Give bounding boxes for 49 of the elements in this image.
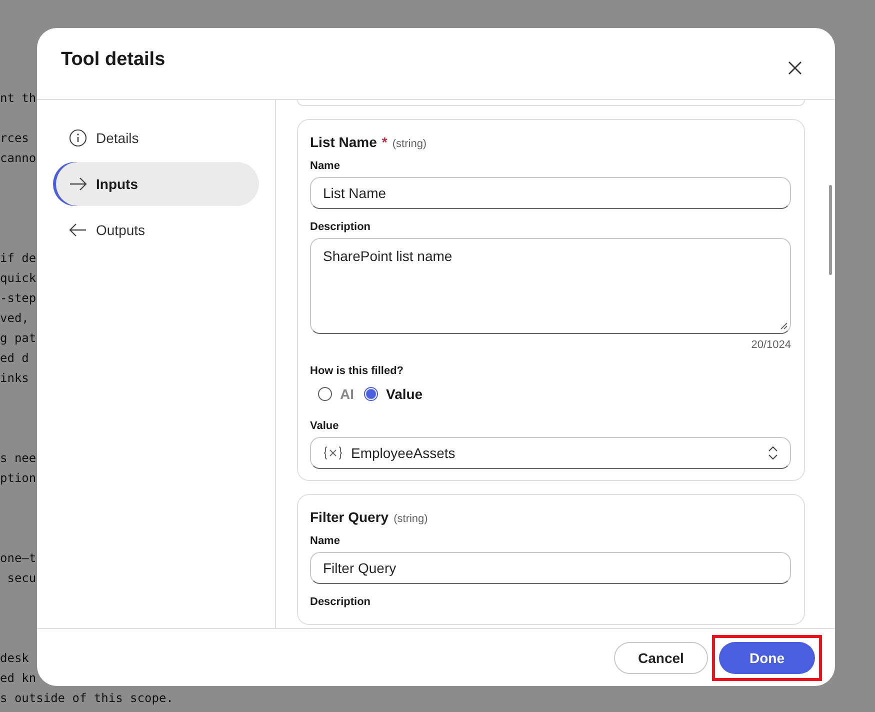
resize-grip-icon[interactable] [780, 322, 788, 330]
field-label: How is this filled? [310, 365, 405, 377]
background-text-line: secu [6, 570, 36, 587]
background-text-line: nt th [0, 90, 36, 107]
field-label: Name [310, 160, 341, 172]
background-text-line: ed d [0, 350, 29, 367]
nav-tab[interactable]: Details [53, 116, 259, 160]
background-text-line: g pat [0, 330, 36, 347]
variable-icon [323, 446, 343, 460]
background-text-line: ed kn [0, 670, 36, 687]
background-text-line: desk [0, 650, 29, 667]
background-text-line: inks [0, 370, 29, 387]
chevron-up-down-icon [768, 446, 778, 460]
input-title: Filter Query [310, 509, 389, 525]
input-title: List Name [310, 134, 377, 150]
field-label: Description [310, 221, 372, 233]
nav-tab[interactable]: Outputs [53, 208, 259, 252]
cancel-button[interactable]: Cancel [614, 642, 708, 674]
background-text-line: s nee [0, 450, 36, 467]
info-icon [69, 129, 87, 147]
close-icon[interactable] [788, 60, 802, 74]
background-text-line: ption [0, 470, 36, 487]
value-select[interactable]: EmployeeAssets [310, 437, 791, 469]
arrow-left-icon [69, 223, 87, 237]
type-label: (string) [394, 513, 428, 525]
radio-option[interactable]: AI [318, 382, 354, 406]
description-textarea[interactable]: SharePoint list name [310, 238, 791, 334]
background-text-line: rces [0, 130, 29, 147]
field-label: Value [310, 420, 340, 432]
arrow-right-icon [69, 177, 87, 191]
background-text-line: if de [0, 250, 36, 267]
type-label: (string) [392, 138, 427, 150]
field-label: Description [310, 596, 372, 608]
name-input[interactable]: List Name [310, 177, 791, 209]
dialog-title: Tool details [61, 48, 166, 70]
background-text-line: s outside of this scope. [0, 690, 174, 707]
field-label: Name [310, 535, 341, 547]
nav-tab[interactable]: Inputs [53, 162, 259, 206]
background-text-line: one–t [0, 550, 36, 567]
character-counter: 20/1024 [750, 339, 791, 351]
done-button[interactable]: Done [719, 642, 815, 674]
radio-option[interactable]: Value [364, 382, 423, 406]
background-text-line: -step [0, 290, 36, 307]
background-text-line: canno [0, 150, 36, 167]
name-input[interactable]: Filter Query [310, 552, 791, 584]
required-mark: * [382, 134, 388, 150]
background-text-line: quick [0, 270, 36, 287]
background-text-line: ved, [0, 310, 29, 327]
scrollbar-thumb[interactable] [829, 185, 832, 275]
